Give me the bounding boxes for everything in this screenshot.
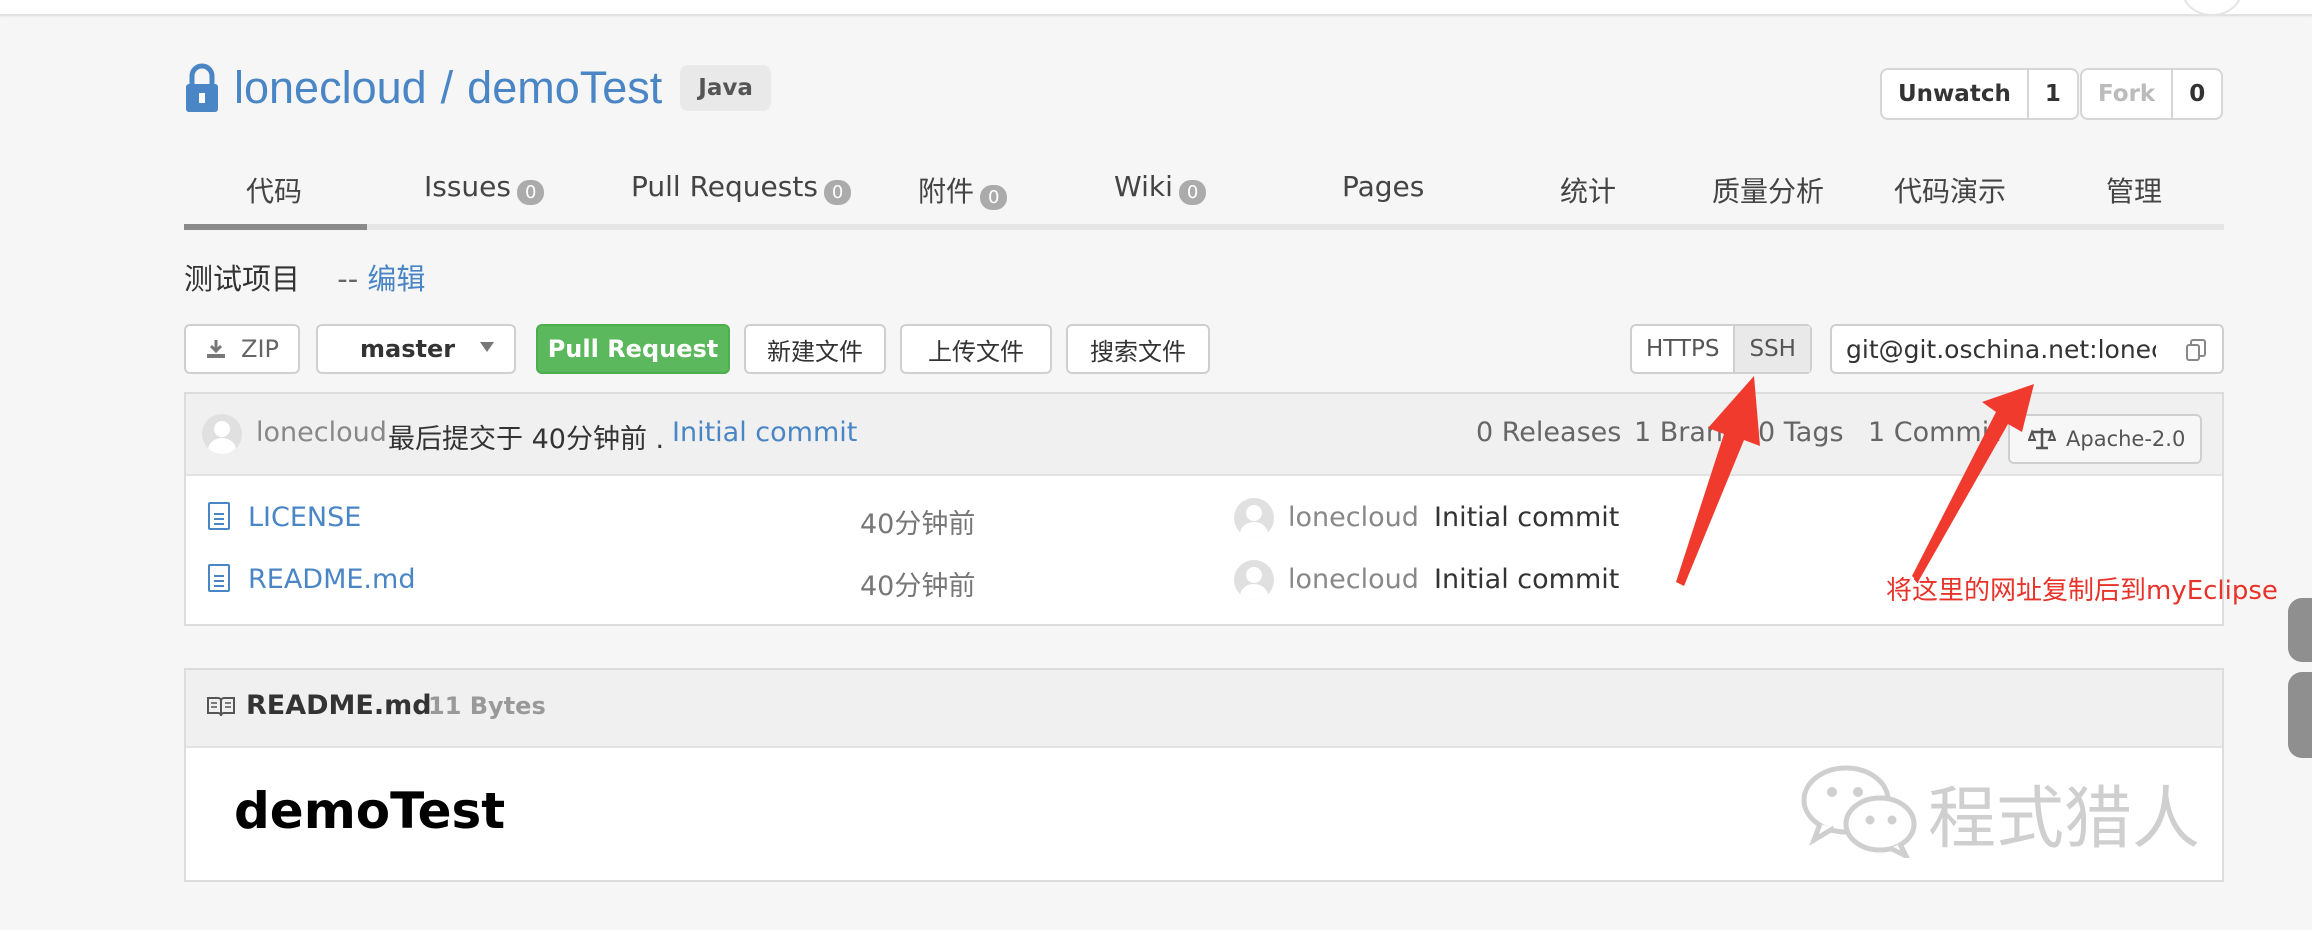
wechat-icon [1800,762,1920,862]
watermark: 程式猎人 [1800,762,2200,862]
annotation-text: 将这里的网址复制后到myEclipse [1886,576,2278,606]
arrow-to-clone-url [1912,384,2034,582]
side-float-button[interactable] [2288,598,2312,662]
side-chat-button[interactable] [2288,672,2312,758]
arrow-to-ssh [1676,376,1760,586]
watermark-text: 程式猎人 [1928,779,2201,859]
